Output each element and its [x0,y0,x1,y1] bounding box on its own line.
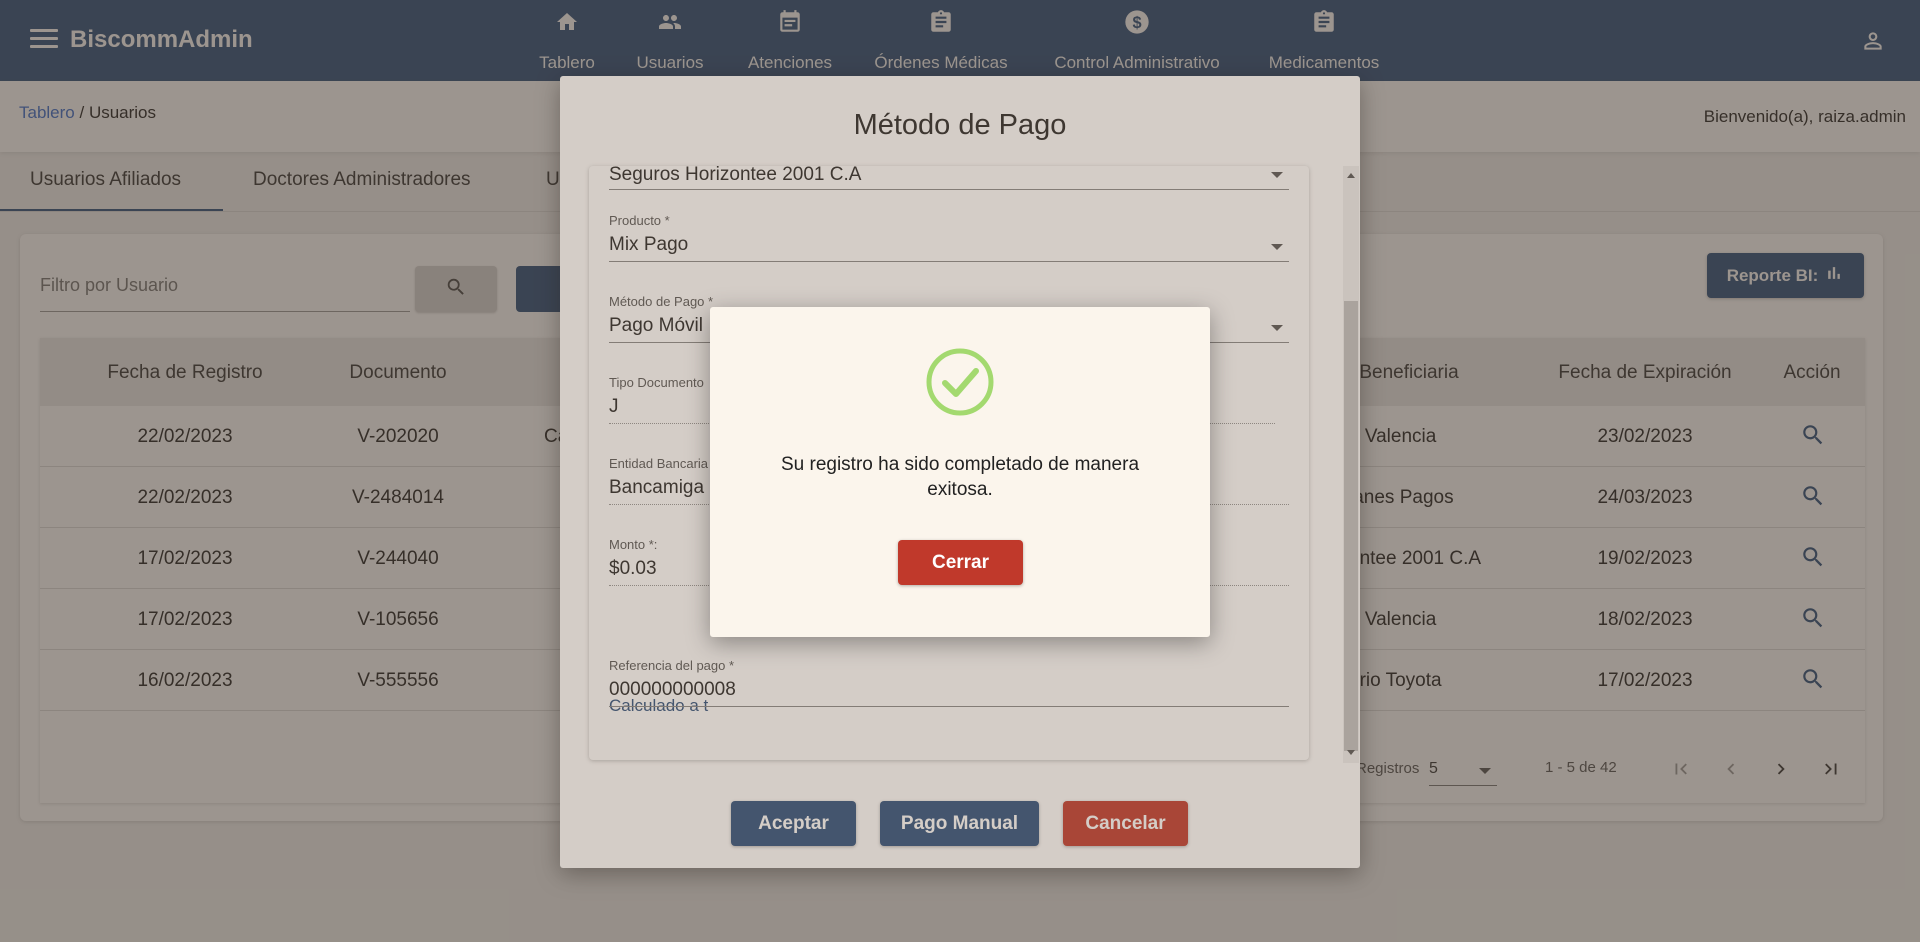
cerrar-button[interactable]: Cerrar [898,540,1023,585]
success-alert: Su registro ha sido completado de manera… [710,307,1210,637]
success-message: Su registro ha sido completado de manera… [780,454,1140,500]
success-check-icon [925,347,995,417]
